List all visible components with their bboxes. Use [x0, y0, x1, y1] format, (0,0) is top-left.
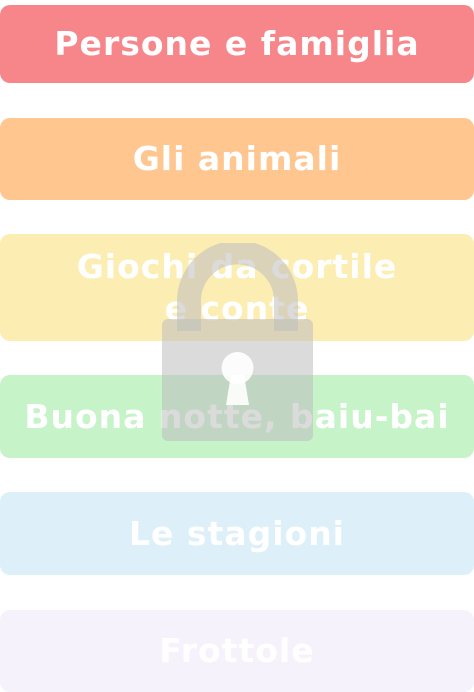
- category-label: Le stagioni: [129, 513, 345, 553]
- lock-icon: [162, 243, 313, 441]
- category-label: Persone e famiglia: [54, 24, 420, 63]
- category-card-le-stagioni[interactable]: Le stagioni: [0, 492, 474, 575]
- category-label: Frottole: [159, 631, 315, 670]
- category-card-persone-e-famiglia[interactable]: Persone e famiglia: [0, 5, 474, 83]
- category-label: Gli animali: [132, 139, 342, 178]
- category-card-gli-animali[interactable]: Gli animali: [0, 118, 474, 200]
- category-card-frottole[interactable]: Frottole: [0, 610, 474, 692]
